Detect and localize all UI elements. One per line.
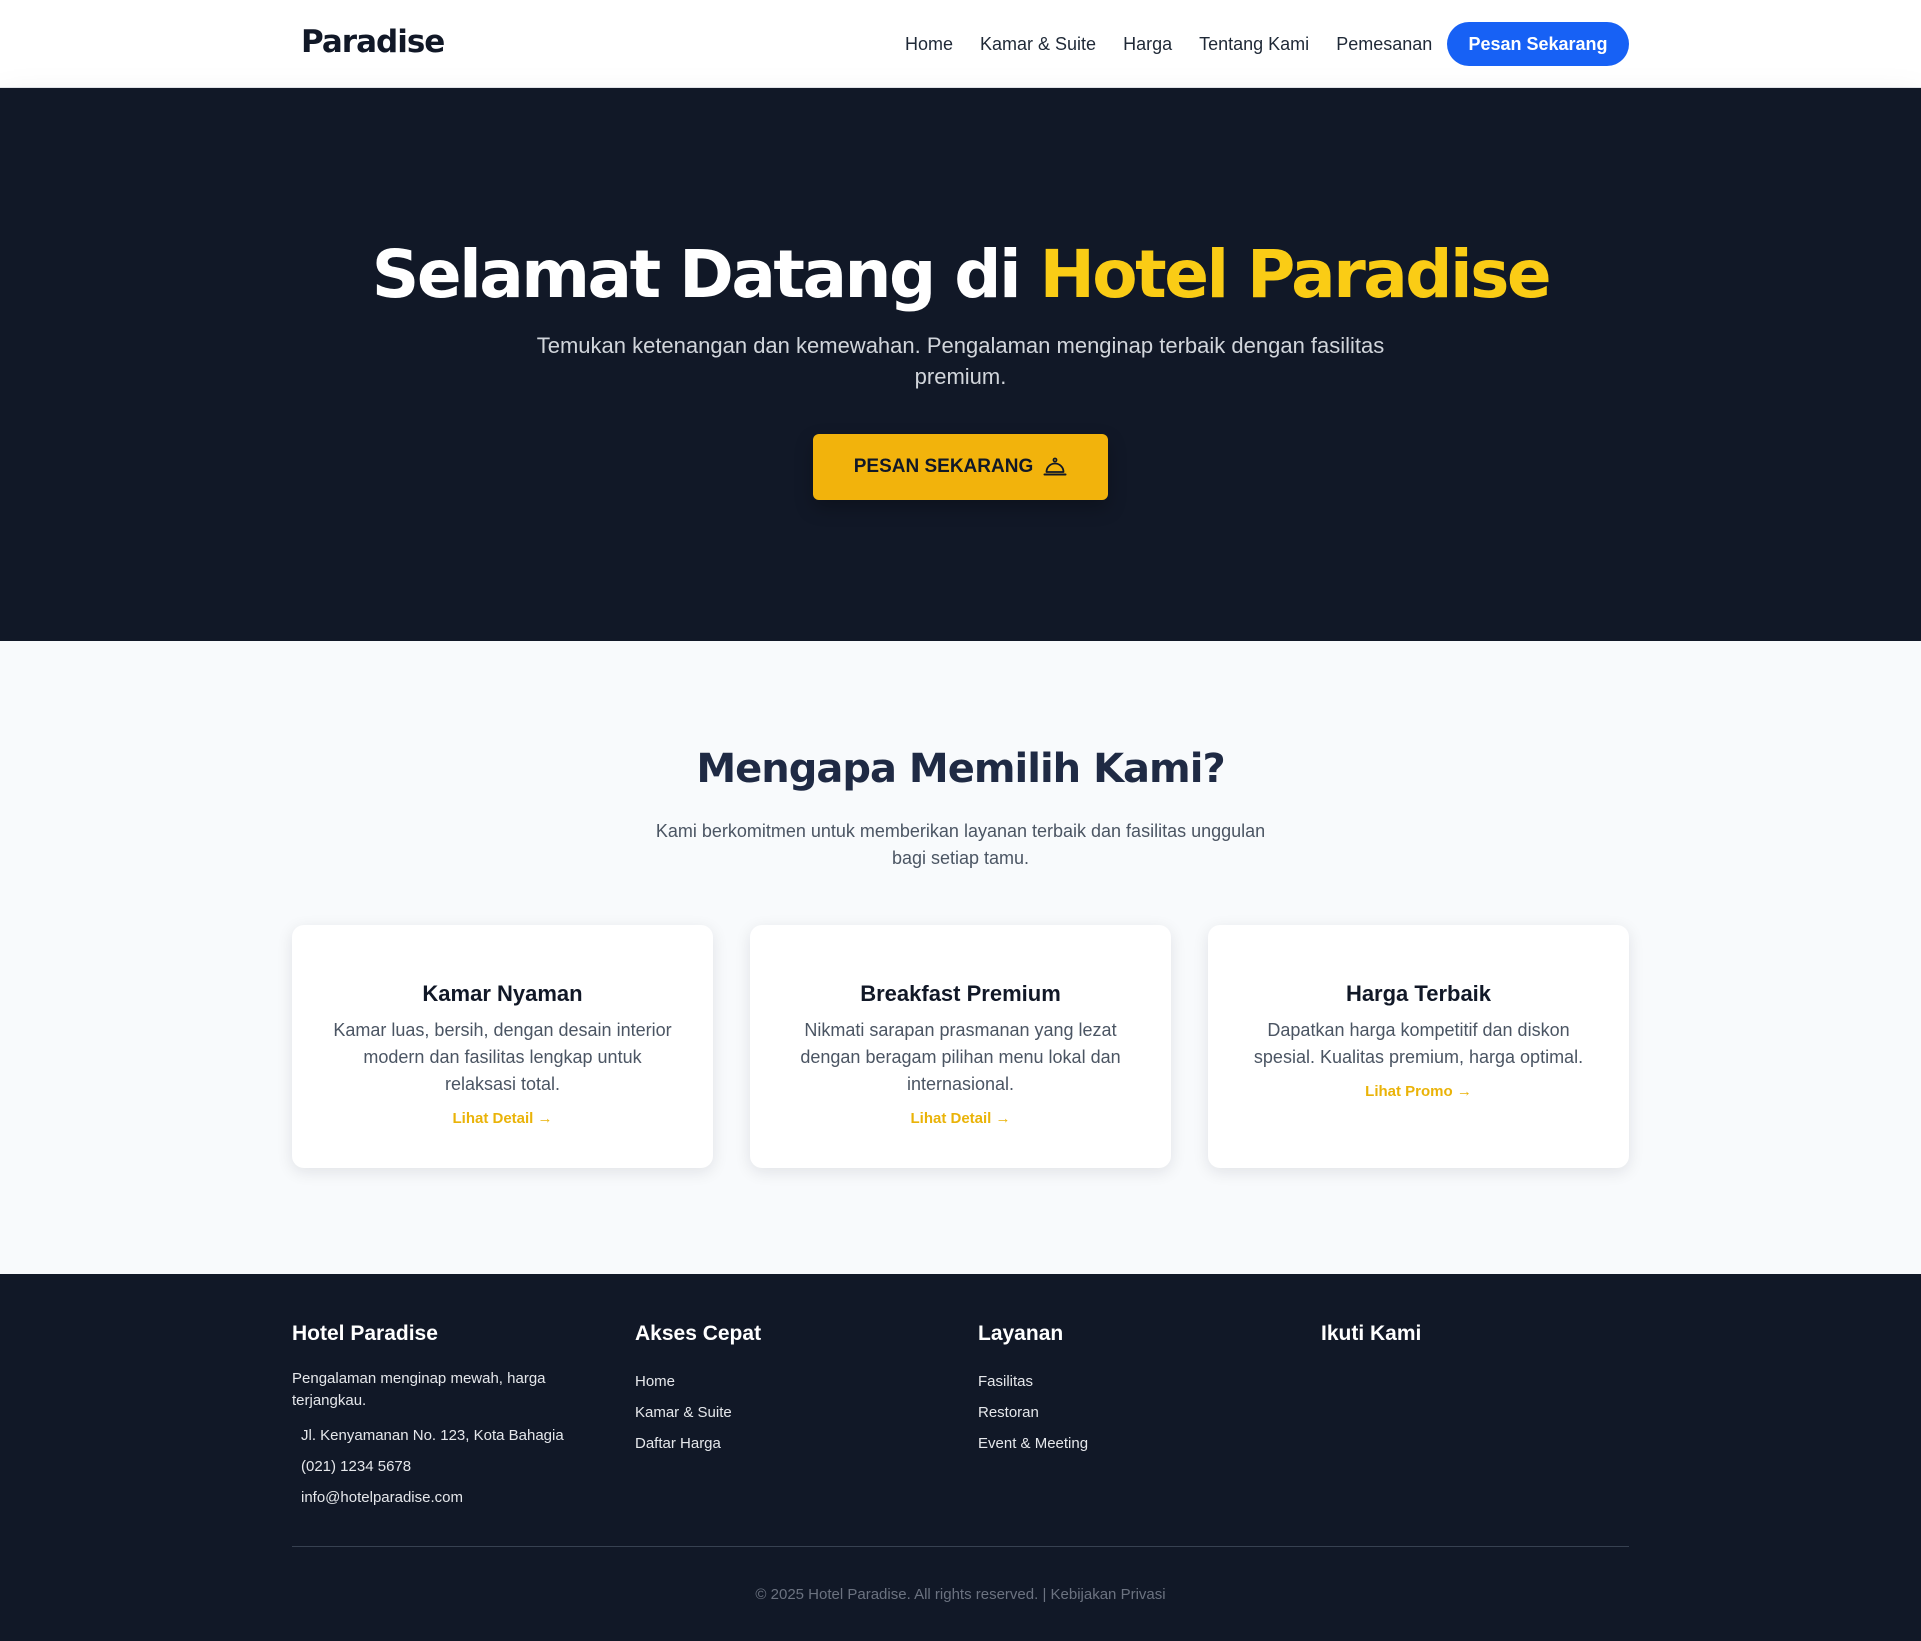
nav-link-prices[interactable]: Harga bbox=[1123, 34, 1172, 55]
footer-follow: Ikuti Kami bbox=[1321, 1322, 1421, 1346]
feature-card-rooms: Kamar Nyaman Kamar luas, bersih, dengan … bbox=[292, 925, 713, 1168]
feature-card-title: Breakfast Premium bbox=[860, 981, 1061, 1006]
feature-card-link[interactable]: Lihat Detail → bbox=[452, 1110, 552, 1127]
footer-follow-title: Ikuti Kami bbox=[1321, 1322, 1422, 1345]
footer-copyright: © 2025 Hotel Paradise. All rights reserv… bbox=[755, 1586, 1166, 1603]
footer-about-desc: Pengalaman menginap mewah, harga terjang… bbox=[292, 1370, 546, 1409]
nav-link-about[interactable]: Tentang Kami bbox=[1199, 34, 1309, 55]
nav-link-booking[interactable]: Pemesanan bbox=[1336, 34, 1432, 55]
hero-title: Selamat Datang di Hotel Paradise bbox=[0, 236, 1921, 313]
hero-section: Selamat Datang di Hotel Paradise Temukan… bbox=[0, 88, 1921, 641]
feature-card-price: Harga Terbaik Dapatkan harga kompetitif … bbox=[1208, 925, 1629, 1168]
nav-book-now-button[interactable]: Pesan Sekarang bbox=[1447, 22, 1629, 66]
hero-book-now-label: PESAN SEKARANG bbox=[853, 456, 1034, 477]
hero-title-accent: Hotel Paradise bbox=[1039, 236, 1552, 313]
footer: Hotel Paradise Pengalaman menginap mewah… bbox=[0, 1274, 1921, 1641]
footer-email[interactable]: info@hotelparadise.com bbox=[292, 1482, 582, 1513]
features-section: Mengapa Memilih Kami? Kami berkomitmen u… bbox=[0, 641, 1921, 1274]
feature-card-link[interactable]: Lihat Promo → bbox=[1365, 1083, 1472, 1100]
features-subtitle: Kami berkomitmen untuk memberikan layana… bbox=[655, 821, 1266, 868]
footer-link-restaurant[interactable]: Restoran bbox=[978, 1397, 1088, 1428]
feature-card-title: Harga Terbaik bbox=[1345, 981, 1492, 1006]
navbar: Paradise Home Kamar & Suite Harga Tentan… bbox=[0, 0, 1921, 88]
footer-services: Layanan Fasilitas Restoran Event & Meeti… bbox=[978, 1322, 1088, 1459]
feature-card-text: Nikmati sarapan prasmanan yang lezat den… bbox=[800, 1020, 1121, 1094]
footer-quick-list: Home Kamar & Suite Daftar Harga bbox=[635, 1366, 761, 1459]
hero-title-main: Selamat Datang di bbox=[371, 236, 1040, 313]
footer-link-home[interactable]: Home bbox=[635, 1366, 761, 1397]
footer-address: Jl. Kenyamanan No. 123, Kota Bahagia bbox=[301, 1427, 564, 1444]
footer-link-facilities[interactable]: Fasilitas bbox=[978, 1366, 1088, 1397]
footer-quick-links: Akses Cepat Home Kamar & Suite Daftar Ha… bbox=[635, 1322, 761, 1459]
footer-contact-list: Jl. Kenyamanan No. 123, Kota Bahagia (02… bbox=[292, 1420, 582, 1513]
footer-divider bbox=[292, 1546, 1629, 1547]
nav-link-rooms[interactable]: Kamar & Suite bbox=[980, 34, 1096, 55]
feature-card-link[interactable]: Lihat Detail → bbox=[910, 1110, 1010, 1127]
footer-about-title: Hotel Paradise bbox=[292, 1322, 438, 1345]
feature-card-text: Kamar luas, bersih, dengan desain interi… bbox=[333, 1020, 672, 1094]
footer-link-prices[interactable]: Daftar Harga bbox=[635, 1428, 761, 1459]
nav-link-home[interactable]: Home bbox=[905, 34, 953, 55]
hero-book-now-button[interactable]: PESAN SEKARANG bbox=[813, 434, 1108, 500]
footer-about: Hotel Paradise Pengalaman menginap mewah… bbox=[292, 1322, 582, 1513]
footer-phone[interactable]: (021) 1234 5678 bbox=[292, 1451, 582, 1482]
bell-icon bbox=[1043, 457, 1067, 477]
hero-subtitle: Temukan ketenangan dan kemewahan. Pengal… bbox=[536, 333, 1385, 389]
footer-quick-title: Akses Cepat bbox=[635, 1322, 762, 1345]
footer-services-list: Fasilitas Restoran Event & Meeting bbox=[978, 1366, 1088, 1459]
features-title: Mengapa Memilih Kami? bbox=[696, 746, 1225, 792]
feature-card-text: Dapatkan harga kompetitif dan diskon spe… bbox=[1253, 1020, 1584, 1067]
brand-logo[interactable]: Paradise bbox=[301, 24, 445, 60]
footer-link-rooms[interactable]: Kamar & Suite bbox=[635, 1397, 761, 1428]
footer-link-events[interactable]: Event & Meeting bbox=[978, 1428, 1088, 1459]
footer-services-title: Layanan bbox=[978, 1322, 1064, 1345]
feature-card-breakfast: Breakfast Premium Nikmati sarapan prasma… bbox=[750, 925, 1171, 1168]
main-nav: Home Kamar & Suite Harga Tentang Kami Pe… bbox=[905, 0, 1432, 88]
feature-card-title: Kamar Nyaman bbox=[422, 981, 583, 1006]
